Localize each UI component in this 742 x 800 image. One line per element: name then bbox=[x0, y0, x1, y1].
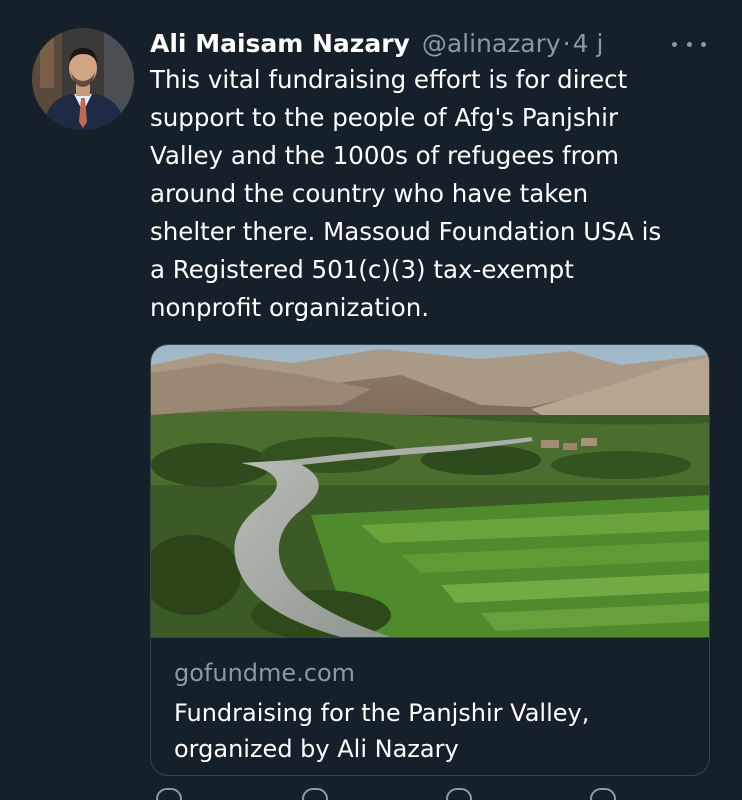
card-title: Fundraising for the Panjshir Valley, org… bbox=[174, 699, 590, 763]
avatar-photo bbox=[32, 28, 134, 130]
timestamp[interactable]: 4 j bbox=[573, 29, 604, 58]
share-icon[interactable] bbox=[590, 788, 616, 800]
tweet-header: Ali Maisam Nazary @alinazary·4 j bbox=[150, 27, 712, 63]
tweet[interactable]: Ali Maisam Nazary @alinazary·4 j This vi… bbox=[0, 0, 742, 800]
heart-icon[interactable] bbox=[446, 788, 472, 800]
link-card[interactable]: gofundme.com Fundraising for the Panjshi… bbox=[150, 344, 710, 776]
separator-dot: · bbox=[562, 29, 571, 58]
reply-icon[interactable] bbox=[156, 788, 182, 800]
card-divider bbox=[151, 637, 709, 638]
card-image bbox=[151, 345, 709, 637]
tweet-actions bbox=[150, 788, 710, 800]
user-handle[interactable]: @alinazary bbox=[422, 29, 561, 58]
more-horizontal-icon[interactable] bbox=[672, 36, 706, 52]
retweet-icon[interactable] bbox=[302, 788, 328, 800]
tweet-text: This vital fundraising effort is for dir… bbox=[150, 65, 662, 322]
card-domain: gofundme.com bbox=[174, 659, 356, 687]
display-name[interactable]: Ali Maisam Nazary bbox=[150, 29, 410, 58]
avatar[interactable] bbox=[32, 28, 134, 130]
